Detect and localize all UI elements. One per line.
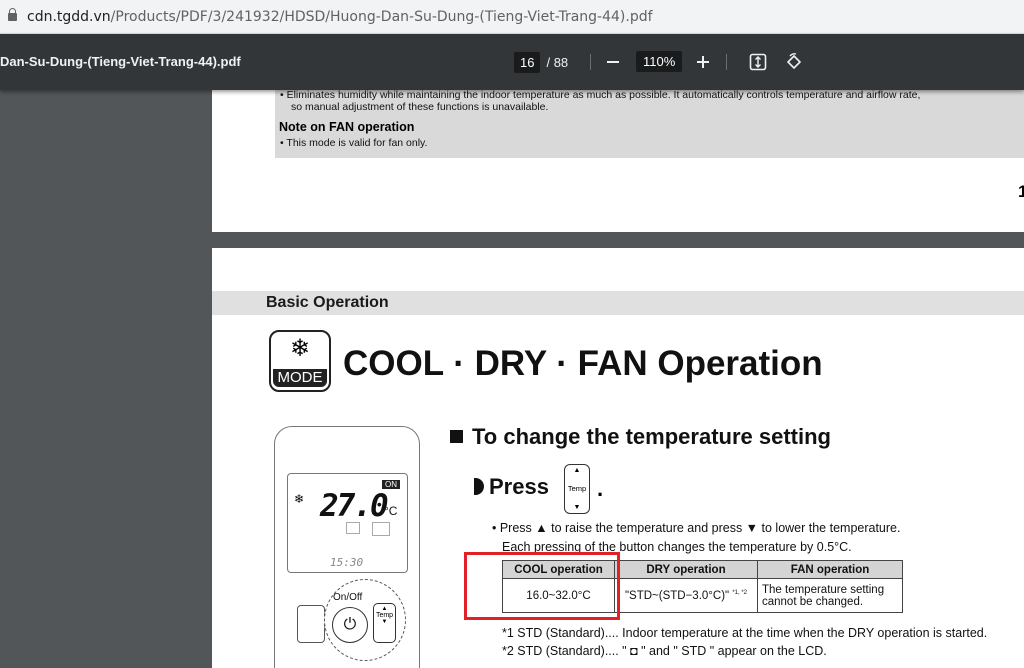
down-arrow-icon: ▼ [381,619,388,625]
pdf-page: • Eliminates humidity while maintaining … [212,90,1024,232]
footnote: *1 STD (Standard).... Indoor temperature… [502,626,988,640]
power-icon: ⏻ [332,607,368,643]
url-path: /Products/PDF/3/241932/HDSD/Huong-Dan-Su… [110,8,653,25]
page-total: / 88 [546,54,569,70]
rotate-button[interactable] [780,48,808,76]
page-number: 1 [1018,182,1024,201]
mode-label: MODE [273,369,327,387]
remote-lcd: ON ❄ 27.0 °C 15:30 [287,473,408,573]
url-host: cdn.tgdd.vn [27,8,111,25]
note-text: so manual adjustment of these functions … [291,101,549,113]
snowflake-icon: ❄ [294,492,305,506]
note-box: • Eliminates humidity while maintaining … [275,90,1024,158]
note-heading: Note on FAN operation [279,120,415,134]
lcd-segment-icon [372,522,390,536]
toolbar-divider [590,54,591,70]
footnote: *2 STD (Standard).... " ◘ " and " STD " … [502,644,827,658]
page-title: COOL · DRY · FAN Operation [343,344,823,383]
remote-temp-button: ▲ Temp ▼ [373,603,396,643]
section-header: Basic Operation [212,291,1024,315]
temp-key-label: Temp [567,484,587,493]
fit-page-icon [749,53,767,71]
page-selector[interactable]: 16 / 88 [514,51,568,73]
lock-icon [8,7,17,23]
onoff-label: On/Off [333,592,363,603]
period: . [597,476,604,501]
square-bullet-icon [450,430,463,443]
lcd-clock: 15:30 [330,556,364,569]
zoom-out-icon [607,61,619,63]
remote-control-illustration: ON ❄ 27.0 °C 15:30 On/Off ⏻ ▲ Temp ▼ [274,426,420,668]
lcd-segment-icon [346,522,360,534]
remote-temp-label: Temp [375,612,394,619]
temp-key-icon: ▲ Temp ▼ [564,464,590,514]
zoom-out-button[interactable] [599,48,627,76]
table-header: FAN operation [757,560,903,579]
address-bar[interactable]: cdn.tgdd.vn/Products/PDF/3/241932/HDSD/H… [0,0,1024,34]
toolbar-divider [726,54,727,70]
lcd-temperature: 27.0 [320,488,389,524]
press-instruction: Press [474,474,549,500]
fit-page-button[interactable] [744,48,772,76]
note-text: • Eliminates humidity while maintaining … [280,90,921,101]
page-number-input[interactable]: 16 [514,51,541,73]
mode-button-icon: ❄ MODE [269,330,331,392]
remote-side-button [297,605,325,643]
rotate-icon [786,53,802,70]
highlight-annotation-box [464,552,620,620]
section-title: Basic Operation [266,294,389,311]
table-cell: "STD~(STD−3.0°C)" *1, *2 [614,578,758,613]
up-arrow-icon: ▲ [573,467,581,474]
instruction-text: • Press ▲ to raise the temperature and p… [492,521,901,535]
note-text: • This mode is valid for fan only. [280,137,428,149]
table-cell: The temperature setting cannot be change… [757,578,903,613]
lcd-unit: °C [384,504,398,518]
zoom-level[interactable]: 110% [636,51,683,72]
down-arrow-icon: ▼ [573,504,581,511]
subheading: To change the temperature setting [450,424,831,450]
table-header: DRY operation [614,560,758,579]
zoom-in-icon [697,56,709,68]
snowflake-icon: ❄ [289,335,311,362]
pdf-toolbar: Dan-Su-Dung-(Tieng-Viet-Trang-44).pdf 16… [0,34,1024,90]
zoom-in-button[interactable] [689,48,717,76]
step-marker-icon [474,478,484,495]
pdf-filename: Dan-Su-Dung-(Tieng-Viet-Trang-44).pdf [0,54,241,69]
